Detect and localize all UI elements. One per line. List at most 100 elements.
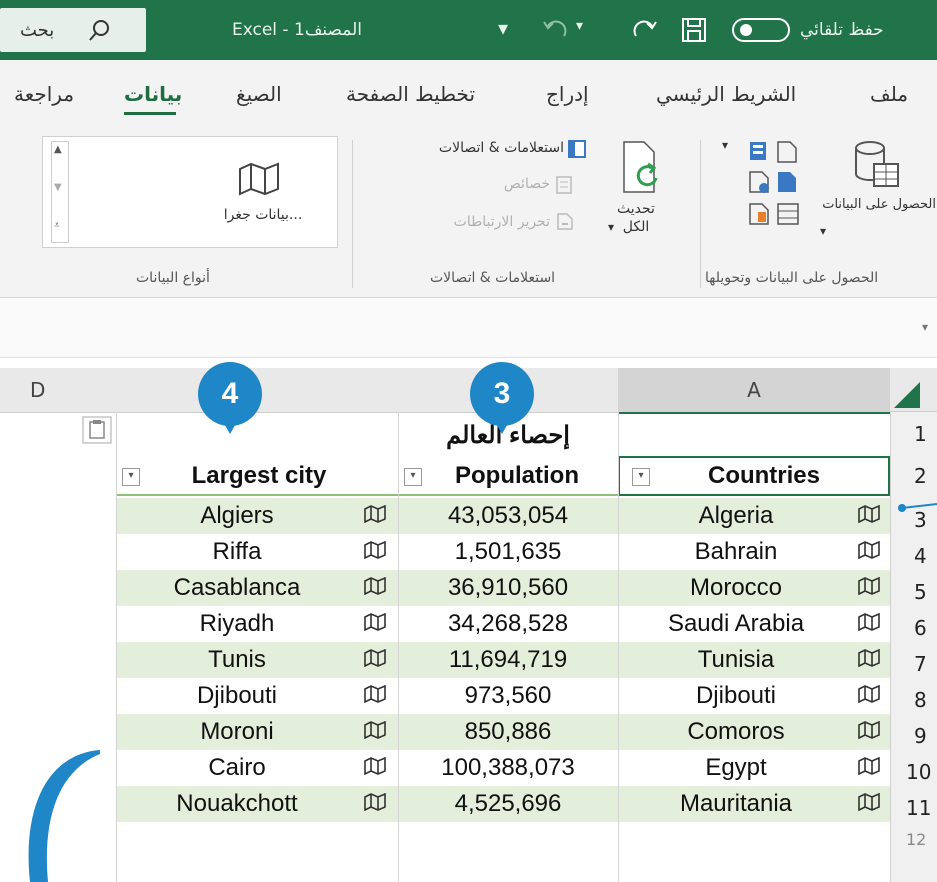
toggle-knob [740, 24, 752, 36]
gallery-more-icon[interactable]: ⩡ [54, 220, 60, 231]
select-all-corner[interactable] [890, 368, 937, 412]
scroll-up-icon[interactable]: ▲ [54, 144, 62, 155]
geography-link-icon[interactable] [364, 612, 386, 632]
redo-icon[interactable] [632, 16, 660, 44]
header-countries[interactable]: Countries [654, 458, 874, 494]
population-cell[interactable]: 34,268,528 [402, 606, 614, 642]
gridline [618, 412, 619, 882]
row-header[interactable]: 9 [914, 724, 927, 748]
tab-insert[interactable]: إدراج [546, 82, 589, 106]
geography-link-icon[interactable] [364, 720, 386, 740]
city-cell[interactable]: Riffa [120, 534, 354, 570]
scroll-down-icon[interactable]: ▼ [54, 182, 62, 193]
filter-dropdown-icon[interactable]: ▾ [122, 468, 140, 486]
header-population[interactable]: Population [422, 458, 612, 494]
row-header[interactable]: 11 [906, 796, 931, 820]
active-tab-indicator [124, 112, 176, 115]
geography-data-type[interactable]: بيانات جغرا... [203, 207, 323, 223]
city-cell[interactable]: Moroni [120, 714, 354, 750]
population-cell[interactable]: 1,501,635 [402, 534, 614, 570]
row-header[interactable]: 12 [906, 830, 926, 849]
geography-link-icon[interactable] [364, 792, 386, 812]
refresh-dropdown-icon[interactable]: ▾ [608, 220, 614, 234]
geography-link-icon[interactable] [858, 756, 880, 776]
tab-home[interactable]: الشريط الرئيسي [656, 82, 796, 106]
row-header[interactable]: 7 [914, 652, 927, 676]
country-cell[interactable]: Tunisia [622, 642, 850, 678]
city-cell[interactable]: Cairo [120, 750, 354, 786]
save-icon[interactable] [680, 16, 708, 44]
row-header[interactable]: 5 [914, 580, 927, 604]
search-box[interactable]: بحث [0, 8, 146, 52]
edit-links-button[interactable]: تحرير الارتباطات [420, 214, 550, 230]
refresh-all-button[interactable]: تحديث الكل [606, 200, 666, 236]
row-header[interactable]: 2 [914, 464, 927, 488]
population-cell[interactable]: 11,694,719 [402, 642, 614, 678]
row-header[interactable]: 8 [914, 688, 927, 712]
country-cell[interactable]: Djibouti [622, 678, 850, 714]
population-cell[interactable]: 973,560 [402, 678, 614, 714]
country-cell[interactable]: Mauritania [622, 786, 850, 822]
city-cell[interactable]: Riyadh [120, 606, 354, 642]
country-cell[interactable]: Saudi Arabia [622, 606, 850, 642]
city-cell[interactable]: Algiers [120, 498, 354, 534]
city-cell[interactable]: Nouakchott [120, 786, 354, 822]
geography-link-icon[interactable] [858, 720, 880, 740]
filter-dropdown-icon[interactable]: ▾ [632, 468, 650, 486]
country-cell[interactable]: Bahrain [622, 534, 850, 570]
col-header-a[interactable]: A [618, 368, 891, 414]
geography-link-icon[interactable] [858, 612, 880, 632]
country-cell[interactable]: Egypt [622, 750, 850, 786]
geography-link-icon[interactable] [858, 504, 880, 524]
geography-link-icon[interactable] [364, 684, 386, 704]
geography-link-icon[interactable] [858, 648, 880, 668]
population-cell[interactable]: 850,886 [402, 714, 614, 750]
geography-link-icon[interactable] [364, 576, 386, 596]
get-data-button[interactable]: الحصول على البيانات [816, 196, 936, 214]
tab-data[interactable]: بيانات [124, 82, 182, 106]
row-header[interactable]: 10 [906, 760, 931, 784]
paste-options-icon[interactable] [82, 416, 112, 444]
city-cell[interactable]: Djibouti [120, 678, 354, 714]
population-cell[interactable]: 4,525,696 [402, 786, 614, 822]
customize-qat-icon[interactable]: ▾ [498, 16, 508, 40]
row-header[interactable]: 6 [914, 616, 927, 640]
geography-link-icon[interactable] [364, 648, 386, 668]
row-header[interactable]: 1 [914, 422, 927, 446]
expand-formula-icon[interactable]: ▾ [922, 320, 928, 334]
geography-link-icon[interactable] [858, 540, 880, 560]
geography-link-icon[interactable] [858, 684, 880, 704]
geography-link-icon[interactable] [858, 576, 880, 596]
country-cell[interactable]: Comoros [622, 714, 850, 750]
geography-link-icon[interactable] [858, 792, 880, 812]
country-cell[interactable]: Algeria [622, 498, 850, 534]
properties-button[interactable]: خصائص [470, 176, 550, 192]
city-cell[interactable]: Casablanca [120, 570, 354, 606]
geography-link-icon[interactable] [364, 504, 386, 524]
header-largest-city[interactable]: Largest city [144, 458, 374, 494]
undo-dropdown-icon[interactable]: ▾ [576, 18, 583, 34]
tab-review[interactable]: مراجعة [14, 82, 74, 106]
data-source-dropdown-icon[interactable]: ▾ [722, 138, 728, 152]
country-cell[interactable]: Morocco [622, 570, 850, 606]
tab-formulas[interactable]: الصيغ [236, 82, 282, 106]
callout-badge-4: 4 [198, 362, 262, 434]
gridline [398, 412, 399, 882]
gallery-scrollbar[interactable]: ▲ ▼ ⩡ [51, 141, 69, 243]
undo-icon[interactable] [540, 16, 570, 44]
queries-connections-button[interactable]: استعلامات & اتصالات [384, 140, 564, 156]
data-source-icons[interactable] [740, 138, 810, 248]
geography-link-icon[interactable] [364, 540, 386, 560]
population-cell[interactable]: 100,388,073 [402, 750, 614, 786]
population-cell[interactable]: 36,910,560 [402, 570, 614, 606]
get-data-dropdown-icon[interactable]: ▾ [820, 224, 826, 238]
filter-dropdown-icon[interactable]: ▾ [404, 468, 422, 486]
tab-file[interactable]: ملف [870, 82, 908, 106]
population-cell[interactable]: 43,053,054 [402, 498, 614, 534]
row-header[interactable]: 4 [914, 544, 927, 568]
refresh-all-icon[interactable] [618, 138, 664, 200]
geography-link-icon[interactable] [364, 756, 386, 776]
city-cell[interactable]: Tunis [120, 642, 354, 678]
autosave-toggle[interactable] [732, 18, 790, 42]
tab-page-layout[interactable]: تخطيط الصفحة [346, 82, 475, 106]
